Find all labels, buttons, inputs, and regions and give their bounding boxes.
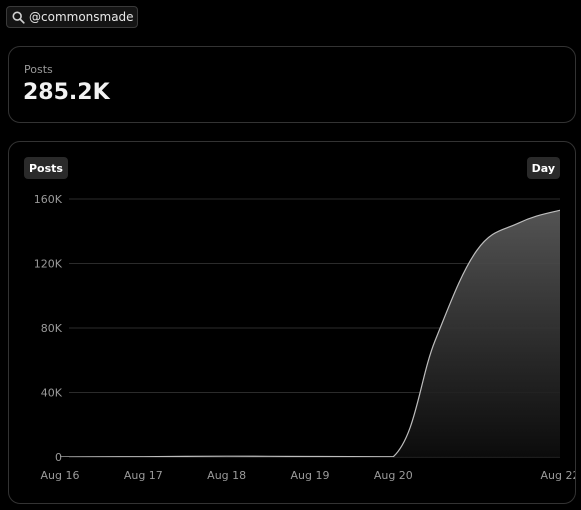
y-tick-label: 0 — [55, 451, 62, 464]
x-tick-label: Aug 22 — [541, 469, 575, 482]
x-tick-label: Aug 20 — [374, 469, 413, 482]
posts-chart: 0 40K 80K 120K 160K Aug 16 Aug 17 Aug 18 Aug 19… — [34, 193, 575, 482]
posts-stat-card: Posts 285.2K — [8, 46, 576, 123]
series-area — [60, 210, 560, 457]
y-tick-label: 160K — [34, 193, 63, 206]
metric-selector-button[interactable]: Posts — [24, 157, 68, 179]
search-icon — [12, 10, 25, 24]
stat-label: Posts — [24, 63, 53, 76]
y-tick-label: 120K — [34, 258, 63, 271]
chart-card: 0 40K 80K 120K 160K Aug 16 Aug 17 Aug 18 Aug 19… — [8, 141, 576, 504]
y-tick-label: 80K — [41, 322, 63, 335]
stat-value: 285.2K — [23, 80, 110, 105]
range-selector-button[interactable]: Day — [526, 157, 560, 179]
x-tick-label: Aug 18 — [207, 469, 246, 482]
y-tick-label: 40K — [41, 387, 63, 400]
search-input[interactable]: @commonsmade — [6, 6, 138, 28]
x-tick-label: Aug 16 — [41, 469, 80, 482]
x-tick-label: Aug 17 — [124, 469, 163, 482]
x-tick-label: Aug 19 — [291, 469, 330, 482]
search-value: @commonsmade — [29, 10, 134, 24]
